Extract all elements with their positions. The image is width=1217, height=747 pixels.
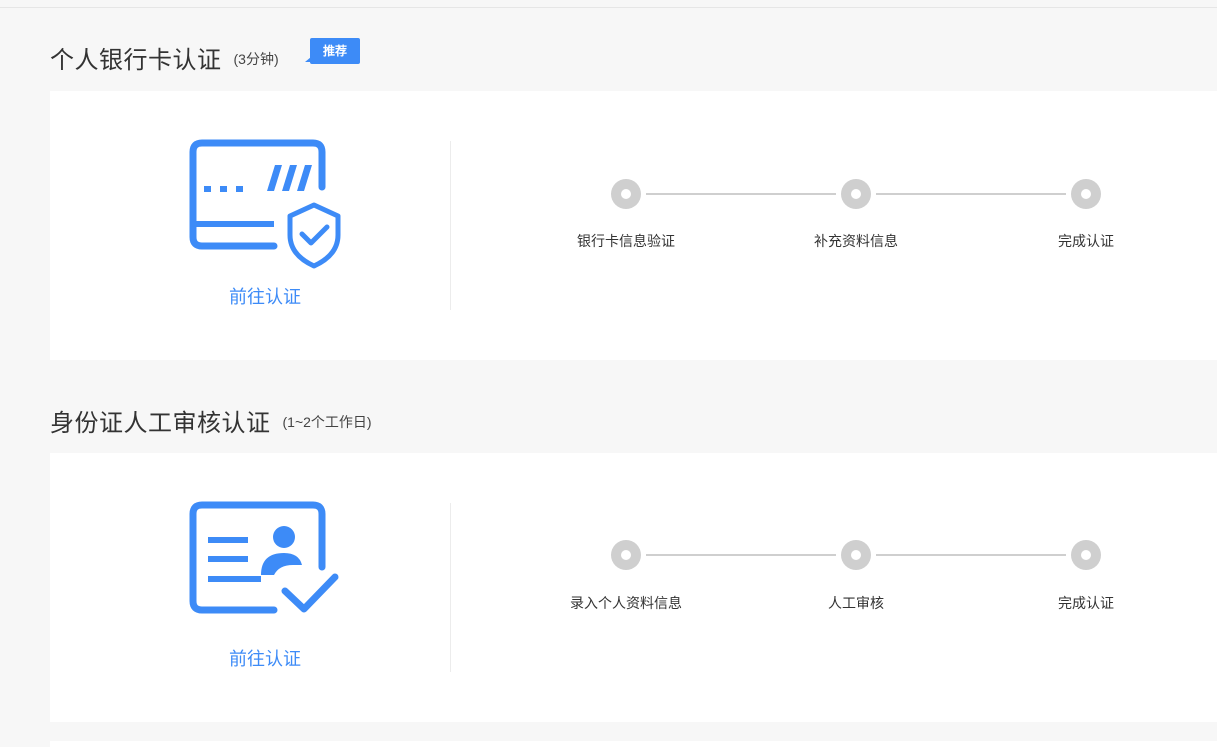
go-verify-link[interactable]: 前往认证 — [50, 645, 480, 671]
section-header-bank-card: 个人银行卡认证 (3分钟) — [50, 37, 279, 77]
step-dot — [1071, 540, 1101, 570]
step-connector — [646, 554, 836, 556]
vertical-divider — [450, 141, 451, 310]
step-connector — [646, 193, 836, 195]
step-connector — [876, 193, 1066, 195]
step-label: 完成认证 — [1058, 233, 1114, 249]
step-label: 完成认证 — [1058, 595, 1114, 611]
step-dot — [611, 179, 641, 209]
id-card-review-card: 前往认证 录入个人资料信息 人工审核 完成认证 — [50, 453, 1217, 722]
step-dot — [611, 540, 641, 570]
step-label: 人工审核 — [828, 595, 884, 611]
section-title: 个人银行卡认证 — [50, 46, 222, 74]
bank-card-shield-icon — [189, 139, 341, 269]
step-dot — [1071, 179, 1101, 209]
step-label: 补充资料信息 — [814, 233, 898, 249]
vertical-divider — [450, 503, 451, 672]
step-dot — [841, 179, 871, 209]
section-header-id-card: 身份证人工审核认证 (1~2个工作日) — [50, 400, 372, 440]
step-label: 录入个人资料信息 — [570, 595, 682, 611]
step-connector — [876, 554, 1066, 556]
top-divider — [0, 7, 1217, 8]
step-label: 银行卡信息验证 — [577, 233, 675, 249]
section-duration: (3分钟) — [233, 51, 279, 67]
section-duration: (1~2个工作日) — [282, 414, 372, 430]
card-left-panel: 前往认证 — [50, 453, 450, 722]
bank-card-verification-card: 前往认证 银行卡信息验证 补充资料信息 完成认证 — [50, 91, 1217, 360]
card-left-panel: 前往认证 — [50, 91, 450, 360]
section-title: 身份证人工审核认证 — [50, 409, 271, 437]
recommend-badge: 推荐 — [304, 38, 361, 64]
next-card-edge — [50, 741, 1217, 747]
id-card-check-icon — [189, 501, 339, 614]
go-verify-link[interactable]: 前往认证 — [50, 283, 480, 309]
step-dot — [841, 540, 871, 570]
